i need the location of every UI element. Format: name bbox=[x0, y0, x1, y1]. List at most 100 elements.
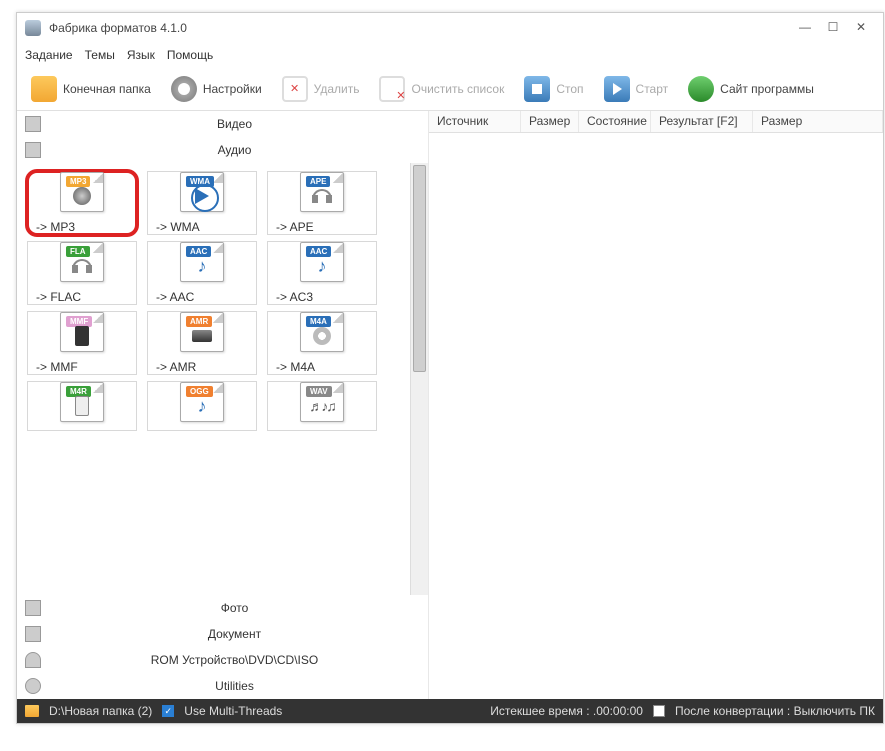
col-result[interactable]: Результат [F2] bbox=[651, 111, 753, 132]
menu-task[interactable]: Задание bbox=[25, 48, 73, 62]
col-state[interactable]: Состояние bbox=[579, 111, 651, 132]
disc-icon bbox=[25, 652, 41, 668]
file-icon: OGG♪ bbox=[180, 382, 224, 422]
format-tile-m4a[interactable]: M4A-> M4A bbox=[267, 311, 377, 375]
menu-lang[interactable]: Язык bbox=[127, 48, 155, 62]
format-tile-mp3[interactable]: MP3-> MP3 bbox=[27, 171, 137, 235]
output-folder-label: Конечная папка bbox=[63, 82, 151, 96]
format-tile-aac[interactable]: AAC♪-> AC3 bbox=[267, 241, 377, 305]
folder-icon bbox=[25, 705, 39, 717]
format-glyph-icon: ♪ bbox=[181, 395, 223, 417]
utilities-icon bbox=[25, 678, 41, 694]
format-glyph-icon bbox=[61, 325, 103, 347]
toolbar: Конечная папка Настройки Удалить Очистит… bbox=[17, 67, 883, 111]
category-audio[interactable]: Аудио bbox=[17, 137, 428, 163]
main-area: Видео Аудио MP3-> MP3WMA-> WMA APE -> APE F… bbox=[17, 111, 883, 699]
category-video[interactable]: Видео bbox=[17, 111, 428, 137]
column-headers: Источник Размер Состояние Результат [F2]… bbox=[429, 111, 883, 133]
category-rom-label: ROM Устройство\DVD\CD\ISO bbox=[49, 653, 420, 667]
format-glyph-icon: ♬♪♫ bbox=[301, 395, 343, 417]
app-icon bbox=[25, 20, 41, 36]
output-path[interactable]: D:\Новая папка (2) bbox=[49, 704, 152, 718]
file-icon: WAV♬♪♫ bbox=[300, 382, 344, 422]
maximize-button[interactable]: ☐ bbox=[819, 18, 847, 38]
format-tile-ape[interactable]: APE -> APE bbox=[267, 171, 377, 235]
category-photo[interactable]: Фото bbox=[17, 595, 428, 621]
file-icon: M4A bbox=[300, 312, 344, 352]
file-icon: AAC♪ bbox=[300, 242, 344, 282]
col-size2[interactable]: Размер bbox=[753, 111, 883, 132]
format-glyph-icon bbox=[181, 185, 223, 207]
format-glyph-icon: ♪ bbox=[181, 255, 223, 277]
formats-grid: MP3-> MP3WMA-> WMAAPE-> APEFLA-> FLACAAC… bbox=[17, 163, 410, 595]
format-glyph-icon bbox=[181, 325, 223, 347]
delete-button[interactable]: Удалить bbox=[274, 72, 368, 106]
file-icon: MP3 bbox=[60, 172, 104, 212]
start-button[interactable]: Старт bbox=[596, 72, 677, 106]
settings-button[interactable]: Настройки bbox=[163, 72, 270, 106]
folder-icon bbox=[31, 76, 57, 102]
start-label: Старт bbox=[636, 82, 669, 96]
site-label: Сайт программы bbox=[720, 82, 814, 96]
file-icon: AMR bbox=[180, 312, 224, 352]
category-utilities[interactable]: Utilities bbox=[17, 673, 428, 699]
format-glyph-icon bbox=[61, 395, 103, 417]
category-document[interactable]: Документ bbox=[17, 621, 428, 647]
format-tile-m4r[interactable]: M4R bbox=[27, 381, 137, 431]
format-label: -> APE bbox=[268, 220, 314, 234]
file-icon: M4R bbox=[60, 382, 104, 422]
delete-icon bbox=[282, 76, 308, 102]
format-tile-aac[interactable]: AAC♪-> AAC bbox=[147, 241, 257, 305]
category-utilities-label: Utilities bbox=[49, 679, 420, 693]
menu-help[interactable]: Помощь bbox=[167, 48, 213, 62]
output-folder-button[interactable]: Конечная папка bbox=[23, 72, 159, 106]
category-document-label: Документ bbox=[49, 627, 420, 641]
site-button[interactable]: Сайт программы bbox=[680, 72, 822, 106]
format-label: -> AMR bbox=[148, 360, 196, 374]
clear-list-button[interactable]: Очистить список bbox=[371, 72, 512, 106]
shutdown-checkbox[interactable] bbox=[653, 705, 665, 717]
gear-icon bbox=[171, 76, 197, 102]
format-glyph-icon: ♪ bbox=[301, 255, 343, 277]
elapsed-time: Истекшее время : .00:00:00 bbox=[490, 704, 643, 718]
file-icon: APE bbox=[300, 172, 344, 212]
col-size[interactable]: Размер bbox=[521, 111, 579, 132]
menu-theme[interactable]: Темы bbox=[85, 48, 115, 62]
file-icon: WMA bbox=[180, 172, 224, 212]
format-label: -> MMF bbox=[28, 360, 78, 374]
play-icon bbox=[604, 76, 630, 102]
scrollbar[interactable] bbox=[410, 163, 428, 595]
formats-scroll-area: MP3-> MP3WMA-> WMAAPE-> APEFLA-> FLACAAC… bbox=[17, 163, 428, 595]
file-icon: AAC♪ bbox=[180, 242, 224, 282]
multithread-checkbox[interactable]: ✓ bbox=[162, 705, 174, 717]
stop-icon bbox=[524, 76, 550, 102]
scrollbar-thumb[interactable] bbox=[413, 165, 426, 372]
category-audio-label: Аудио bbox=[49, 143, 420, 157]
clear-label: Очистить список bbox=[411, 82, 504, 96]
minimize-button[interactable]: — bbox=[791, 18, 819, 38]
clear-icon bbox=[379, 76, 405, 102]
menubar: Задание Темы Язык Помощь bbox=[17, 43, 883, 67]
settings-label: Настройки bbox=[203, 82, 262, 96]
col-source[interactable]: Источник bbox=[429, 111, 521, 132]
category-rom[interactable]: ROM Устройство\DVD\CD\ISO bbox=[17, 647, 428, 673]
format-glyph-icon bbox=[61, 255, 103, 277]
format-tile-mmf[interactable]: MMF -> MMF bbox=[27, 311, 137, 375]
app-window: Фабрика форматов 4.1.0 — ☐ ✕ Задание Тем… bbox=[16, 12, 884, 724]
close-button[interactable]: ✕ bbox=[847, 18, 875, 38]
video-icon bbox=[25, 116, 41, 132]
stop-label: Стоп bbox=[556, 82, 583, 96]
file-icon: MMF bbox=[60, 312, 104, 352]
format-tile-wav[interactable]: WAV♬♪♫ bbox=[267, 381, 377, 431]
right-panel: Источник Размер Состояние Результат [F2]… bbox=[429, 111, 883, 699]
audio-icon bbox=[25, 142, 41, 158]
format-tile-fla[interactable]: FLA-> FLAC bbox=[27, 241, 137, 305]
format-tile-ogg[interactable]: OGG♪ bbox=[147, 381, 257, 431]
left-panel: Видео Аудио MP3-> MP3WMA-> WMA APE -> APE F… bbox=[17, 111, 429, 699]
format-tile-amr[interactable]: AMR -> AMR bbox=[147, 311, 257, 375]
photo-icon bbox=[25, 600, 41, 616]
format-tile-wma[interactable]: WMA-> WMA bbox=[147, 171, 257, 235]
file-list-empty bbox=[429, 133, 883, 699]
stop-button[interactable]: Стоп bbox=[516, 72, 591, 106]
multithread-label: Use Multi-Threads bbox=[184, 704, 282, 718]
